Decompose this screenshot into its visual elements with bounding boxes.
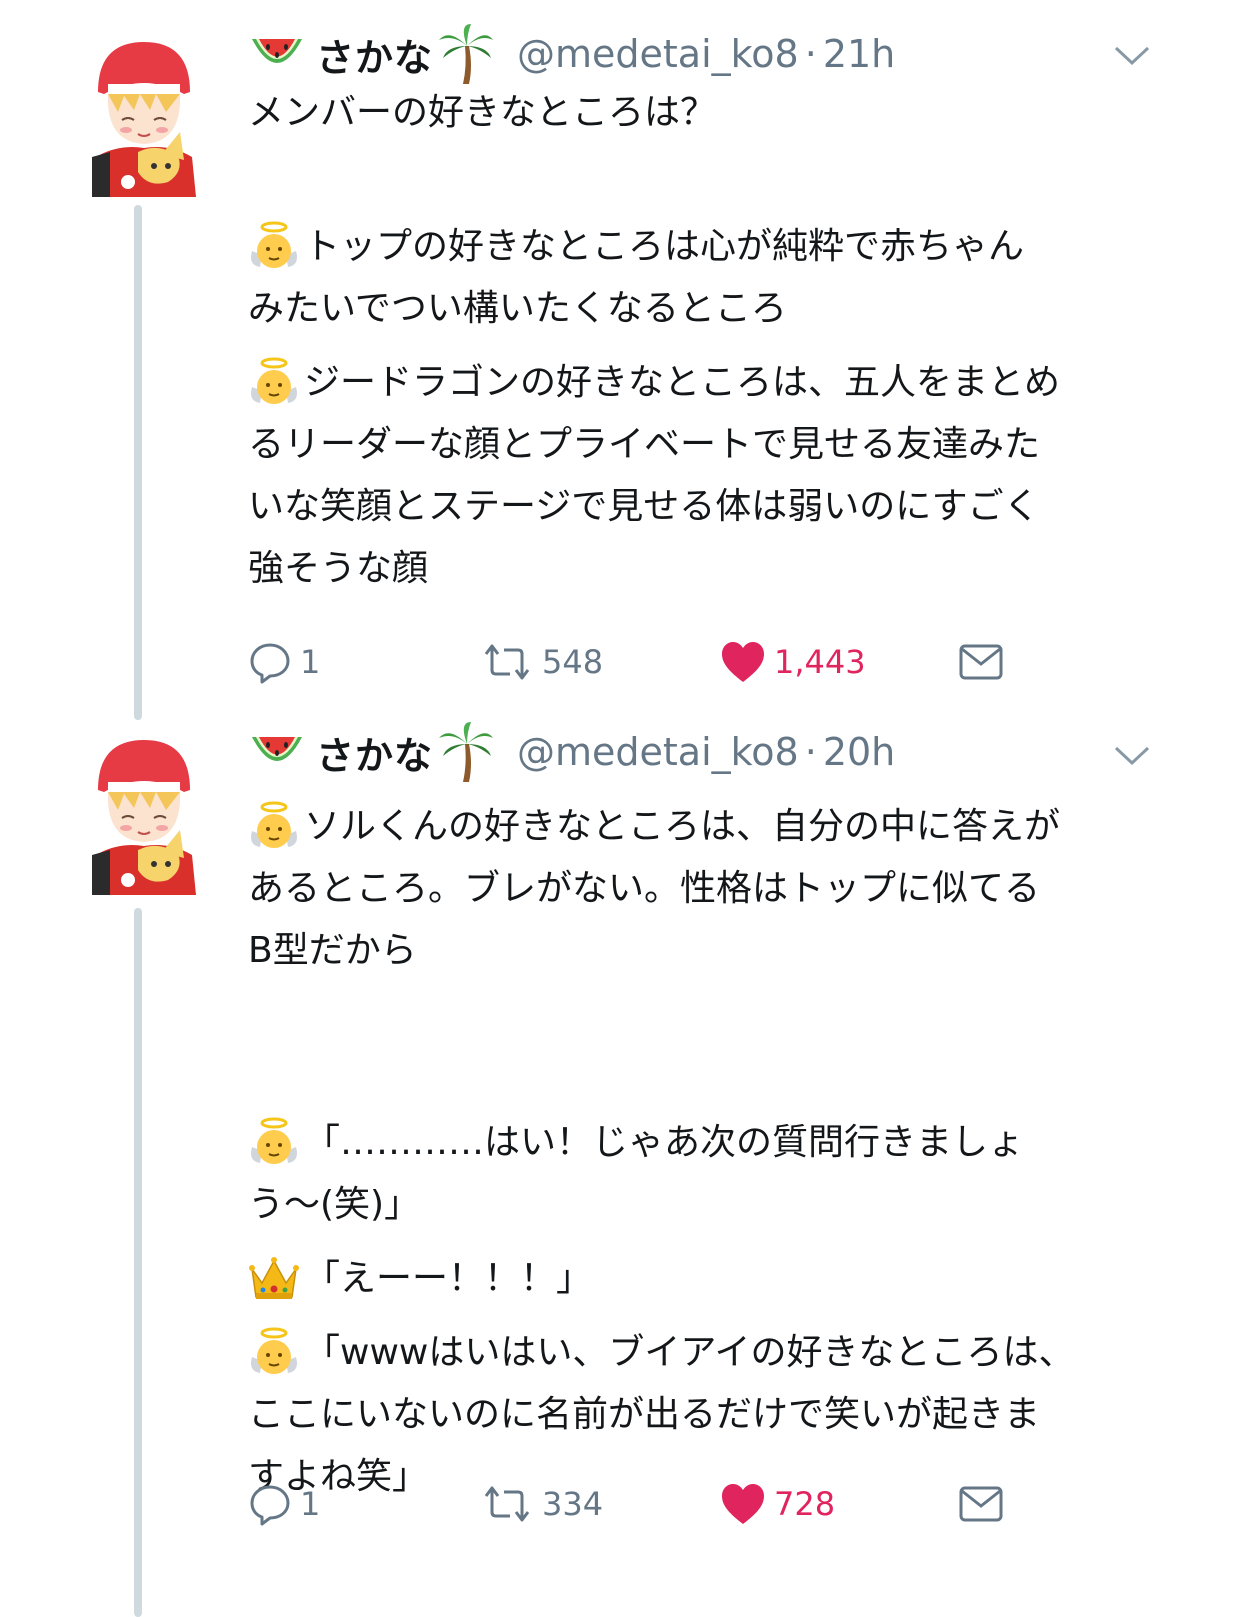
- palm-tree-icon: [439, 24, 494, 84]
- text-line: 強そうな顔: [248, 548, 429, 589]
- retweet-button[interactable]: 334: [480, 1476, 603, 1532]
- avatar[interactable]: [88, 730, 200, 895]
- chevron-down-icon[interactable]: [1113, 44, 1151, 68]
- heart-icon: [722, 1484, 764, 1524]
- chevron-down-icon[interactable]: [1113, 744, 1151, 768]
- retweet-button[interactable]: 548: [480, 634, 603, 690]
- text-line: いな笑顔とステージで見せる体は弱いのにすごく: [248, 486, 1040, 527]
- text-line: ここにいないのに名前が出るだけで笑いが起きま: [248, 1394, 1041, 1435]
- reply-icon: [250, 1485, 290, 1526]
- crown-icon: [249, 1257, 299, 1299]
- text-line: みたいでつい構いたくなるところ: [248, 288, 787, 329]
- timestamp[interactable]: 20h: [823, 730, 895, 774]
- message-button[interactable]: [958, 1476, 1012, 1532]
- baby-angel-icon: [251, 221, 297, 268]
- text-line: るリーダーな顔とプライベートで見せる友達みた: [248, 424, 1041, 465]
- text-line: う～(笑)」: [248, 1184, 421, 1225]
- envelope-icon: [959, 1486, 1003, 1522]
- watermelon-icon: [252, 737, 302, 761]
- reply-button[interactable]: 1: [248, 634, 320, 690]
- message-button[interactable]: [958, 634, 1012, 690]
- heart-icon: [722, 642, 764, 682]
- palm-tree-icon: [439, 722, 494, 782]
- like-button[interactable]: 1,443: [720, 634, 866, 690]
- avatar[interactable]: [88, 32, 200, 197]
- user-handle[interactable]: @medetai_ko8: [517, 32, 799, 76]
- retweet-icon: [484, 644, 530, 680]
- baby-angel-icon: [251, 1117, 297, 1164]
- baby-angel-icon: [251, 801, 297, 848]
- text-line: B型だから: [248, 930, 417, 971]
- thread-line: [134, 205, 142, 720]
- thread-line: [134, 908, 142, 1617]
- reply-button[interactable]: 1: [248, 1476, 320, 1532]
- retweet-icon: [484, 1486, 530, 1522]
- text-line: あるところ。ブレがない。性格はトップに似てる: [248, 868, 1041, 909]
- like-button[interactable]: 728: [720, 1476, 835, 1532]
- envelope-icon: [959, 644, 1003, 680]
- tweet-actions: 1 334 728: [248, 1476, 1068, 1532]
- separator-dot: ·: [804, 730, 817, 774]
- tweet-actions: 1 548 1,443: [248, 634, 1068, 690]
- display-name[interactable]: さかな: [316, 725, 433, 780]
- tweet-text: ソルくんの好きなところは、自分の中に答えが あるところ。ブレがない。性格はトップ…: [248, 796, 1178, 1508]
- user-handle[interactable]: @medetai_ko8: [517, 730, 799, 774]
- text-line: トップの好きなところは心が純粋で赤ちゃん: [248, 216, 1178, 278]
- display-name[interactable]: さかな: [316, 27, 433, 82]
- tweet-header: さかな @medetai_ko8 · 21h: [248, 24, 895, 84]
- separator-dot: ·: [804, 32, 817, 76]
- text-line: ソルくんの好きなところは、自分の中に答えが: [248, 796, 1178, 858]
- watermelon-icon: [252, 39, 302, 63]
- baby-angel-icon: [251, 357, 297, 404]
- reply-icon: [250, 643, 290, 684]
- text-line: 「…………はい！じゃあ次の質問行きましょ: [248, 1112, 1178, 1174]
- baby-angel-icon: [251, 1327, 297, 1374]
- text-line: メンバーの好きなところは？: [248, 92, 717, 133]
- text-line: 「wwwはいはい、ブイアイの好きなところは、: [248, 1322, 1178, 1384]
- tweet-header: さかな @medetai_ko8 · 20h: [248, 722, 895, 782]
- text-line: ジードラゴンの好きなところは、五人をまとめ: [248, 352, 1178, 414]
- tweet-text: メンバーの好きなところは？ トップの好きなところは心が純粋で赤ちゃん みたいでつ…: [248, 82, 1178, 600]
- text-line: 「えーー！！！」: [248, 1248, 1178, 1310]
- timestamp[interactable]: 21h: [823, 32, 895, 76]
